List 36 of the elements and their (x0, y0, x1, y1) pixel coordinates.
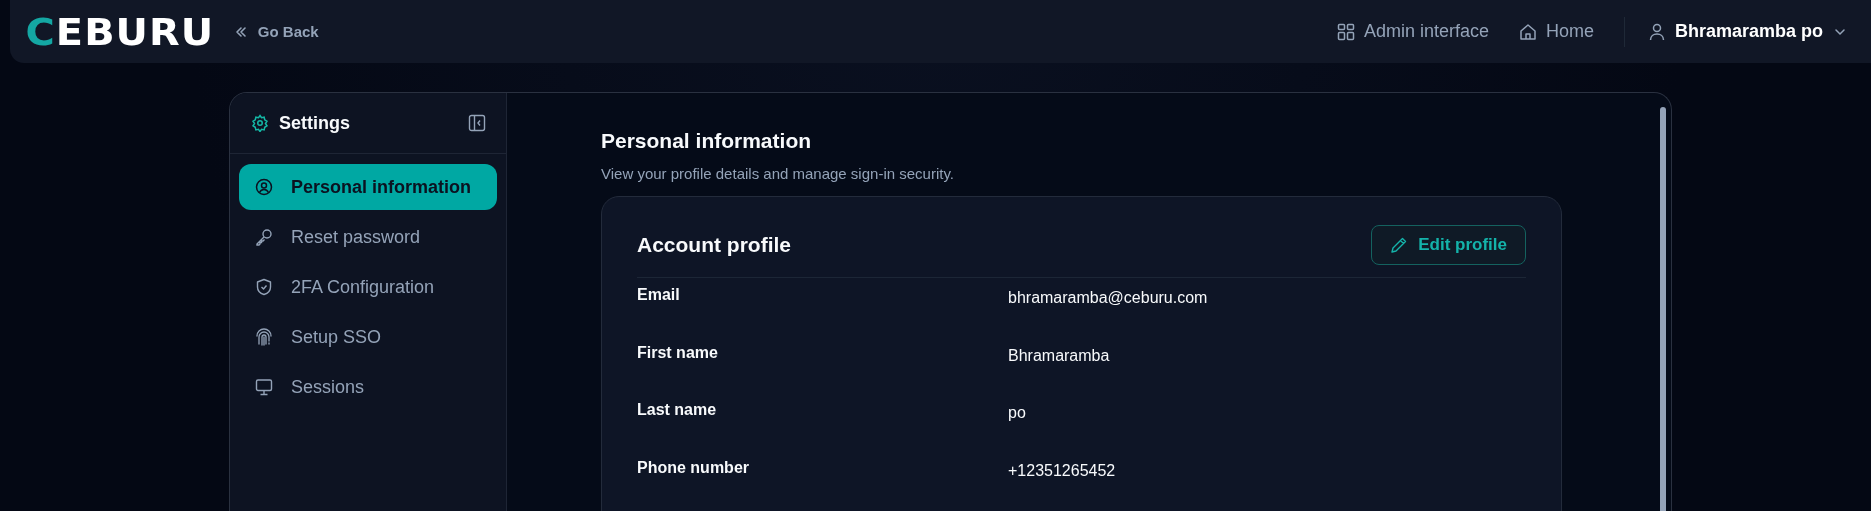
scrollbar[interactable] (1660, 107, 1666, 511)
pencil-icon (1390, 236, 1409, 254)
sidebar-title: Settings (279, 112, 351, 134)
field-value: po (1008, 403, 1026, 423)
home-icon (1518, 22, 1537, 41)
monitor-icon (255, 378, 273, 396)
grid-icon (1336, 22, 1355, 41)
field-value: Bhramaramba (1008, 345, 1110, 366)
sidebar-item[interactable]: 2FA Configuration (239, 264, 497, 310)
logo[interactable]: CEBURU (25, 12, 215, 51)
user-icon (1648, 22, 1665, 41)
double-chevron-left-icon (233, 24, 248, 39)
gear-icon (251, 114, 269, 132)
page-subtitle: View your profile details and manage sign-in security. (601, 165, 955, 182)
fingerprint-icon (255, 328, 273, 346)
field-label: Phone number (637, 458, 750, 478)
sidebar-item[interactable]: Setup SSO (239, 314, 497, 360)
field-label: Last name (637, 401, 718, 420)
nav-link[interactable]: Home (1518, 21, 1594, 42)
key-icon (255, 228, 273, 246)
sidebar-item[interactable]: Personal information (239, 164, 497, 210)
nav-link[interactable]: Admin interface (1336, 21, 1489, 42)
page-title: Personal information (601, 129, 813, 153)
collapse-sidebar-icon[interactable] (468, 114, 486, 132)
sidebar-item[interactable]: Sessions (239, 364, 497, 410)
shield-check-icon (255, 278, 273, 296)
field-value: bhramaramba@ceburu.com (1008, 288, 1208, 308)
field-value: +12351265452 (1008, 460, 1116, 481)
user-menu-button[interactable]: Bhramaramba po (1638, 21, 1853, 42)
sidebar-item[interactable]: Reset password (239, 214, 497, 260)
field-label: Email (637, 286, 681, 305)
edit-profile-button[interactable]: Edit profile (1371, 225, 1526, 265)
field-label: First name (637, 343, 719, 363)
user-circle-icon (255, 178, 273, 196)
card-title: Account profile (637, 233, 791, 257)
go-back-link[interactable]: Go Back (233, 23, 319, 40)
